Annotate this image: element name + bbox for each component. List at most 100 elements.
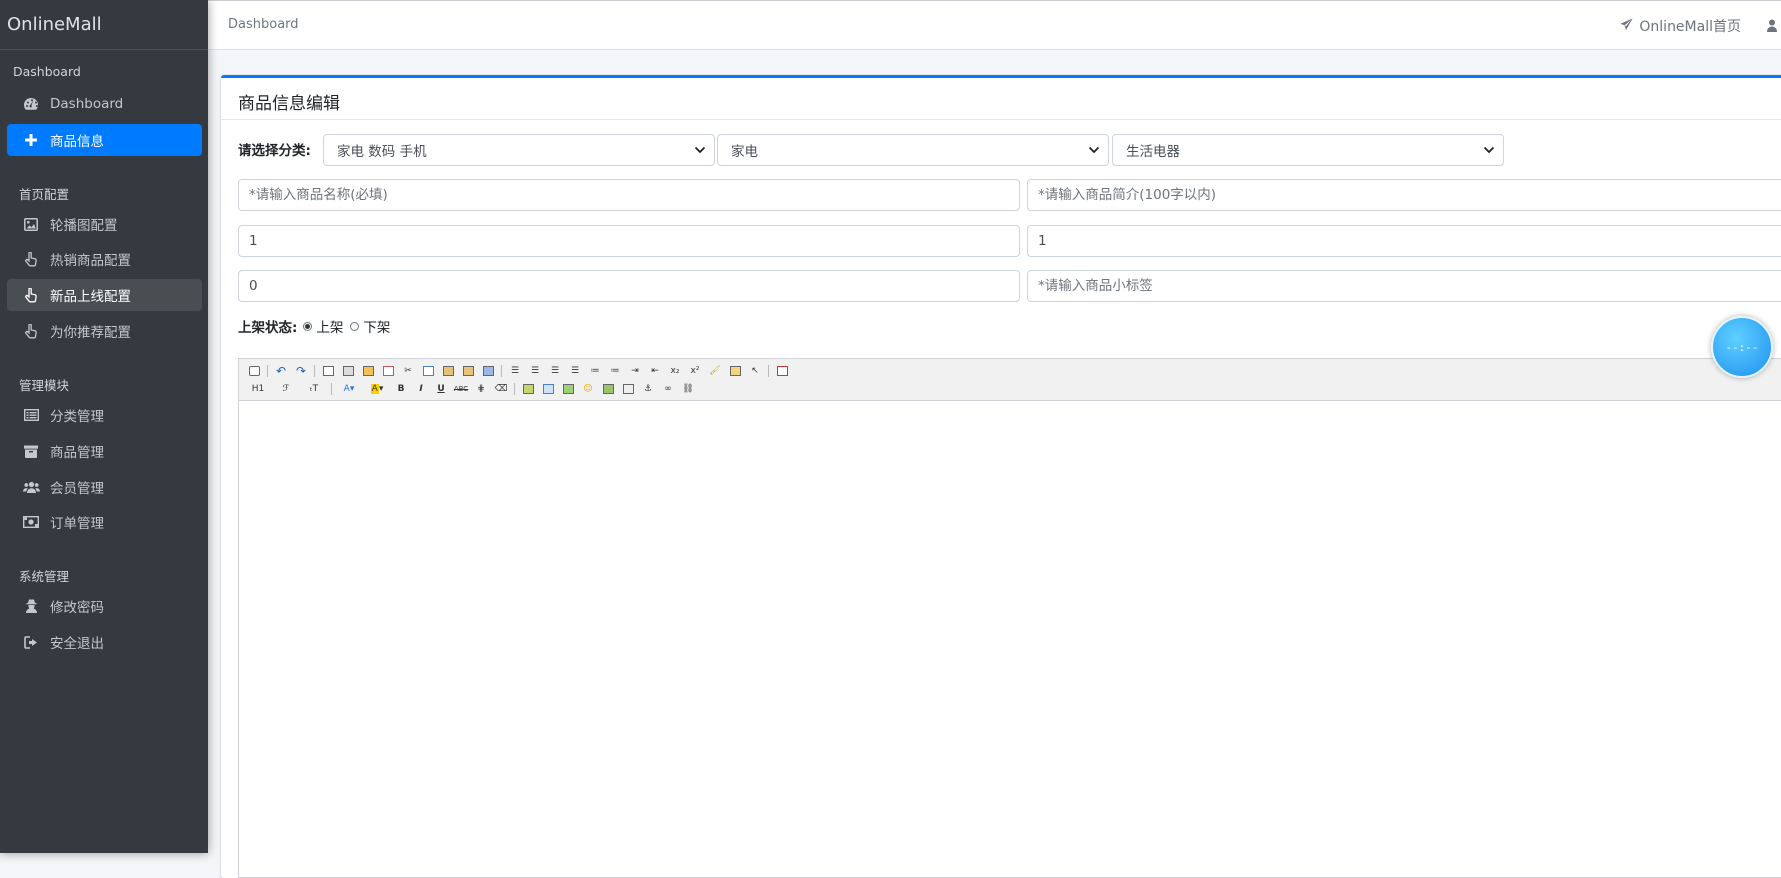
brand-logo[interactable]: OnlineMall xyxy=(0,0,208,50)
align-justify-icon[interactable]: ☰ xyxy=(568,364,582,378)
users-icon xyxy=(22,479,40,495)
insert-table-icon[interactable] xyxy=(541,382,555,396)
font-color-icon[interactable]: A▾ xyxy=(338,382,360,396)
goods-name-input[interactable] xyxy=(238,179,1020,211)
page-break-icon[interactable] xyxy=(621,382,635,396)
emoticon-icon[interactable]: ☺ xyxy=(581,382,595,396)
sidebar-item-label: 热销商品配置 xyxy=(50,253,131,269)
plus-icon xyxy=(22,132,40,148)
sidebar-item-goods-info[interactable]: 商品信息 xyxy=(7,124,202,156)
toolbar-separator xyxy=(768,365,769,377)
select-value: 家电 xyxy=(731,144,758,160)
card-header-divider xyxy=(221,119,1781,120)
original-price-input[interactable] xyxy=(238,225,1020,257)
unlink-icon[interactable]: ⛓ xyxy=(681,382,695,396)
sidebar-item-label: 为你推荐配置 xyxy=(50,325,131,341)
status-on-radio[interactable]: 上架 xyxy=(303,316,343,336)
insert-media-icon[interactable] xyxy=(561,382,575,396)
sidebar-item-new-goods[interactable]: 新品上线配置 xyxy=(7,279,202,311)
font-size-dropdown[interactable]: ₜT xyxy=(303,382,325,396)
user-secret-icon xyxy=(22,598,40,614)
bold-icon[interactable]: B xyxy=(394,382,408,396)
align-left-icon[interactable]: ☰ xyxy=(508,364,522,378)
goods-intro-input[interactable] xyxy=(1027,179,1781,211)
outdent-icon[interactable]: ⇤ xyxy=(648,364,662,378)
sidebar-item-hot-goods[interactable]: 热销商品配置 xyxy=(7,243,202,275)
archive-icon xyxy=(22,443,40,459)
select-value: 家电 数码 手机 xyxy=(337,144,427,160)
sidebar-item-label: Dashboard xyxy=(50,96,124,112)
sidebar-item-members[interactable]: 会员管理 xyxy=(7,471,202,503)
align-right-icon[interactable]: ☰ xyxy=(548,364,562,378)
subscript-icon[interactable]: x₂ xyxy=(668,364,682,378)
sidebar-item-carousel[interactable]: 轮播图配置 xyxy=(7,208,202,240)
clear-format-icon[interactable]: 🖌 xyxy=(708,364,722,378)
paste-icon[interactable] xyxy=(441,364,455,378)
toolbar-separator xyxy=(501,365,502,377)
remove-format-icon[interactable]: ⌫ xyxy=(494,382,508,396)
heading-dropdown[interactable]: H1 xyxy=(247,382,269,396)
editor-toolbar: ↶ ↷ ✂ ☰ ☰ ☰ ☰ ≔ ≔ ⇥ ⇤ x₂ x² 🖌 ↖ H1 ℱ ₜT … xyxy=(239,359,1781,401)
line-height-icon[interactable]: ⋕ xyxy=(474,382,488,396)
sidebar-item-goods-manage[interactable]: 商品管理 xyxy=(7,435,202,467)
cut-icon[interactable]: ✂ xyxy=(401,364,415,378)
goods-tag-input[interactable] xyxy=(1027,270,1781,302)
align-center-icon[interactable]: ☰ xyxy=(528,364,542,378)
user-icon[interactable] xyxy=(1767,17,1777,36)
toolbar-row-1: ↶ ↷ ✂ ☰ ☰ ☰ ☰ ≔ ≔ ⇥ ⇤ x₂ x² 🖌 ↖ xyxy=(244,362,1781,380)
sidebar-item-orders[interactable]: 订单管理 xyxy=(7,506,202,538)
select-all-icon[interactable] xyxy=(728,364,742,378)
unordered-list-icon[interactable]: ≔ xyxy=(608,364,622,378)
sidebar-item-recommend[interactable]: 为你推荐配置 xyxy=(7,315,202,347)
category-level1-select[interactable]: 家电 数码 手机 xyxy=(323,134,715,166)
sale-status-label: 上架状态: xyxy=(238,320,298,336)
stock-input[interactable] xyxy=(238,270,1020,302)
hand-pointer-icon xyxy=(22,323,40,339)
paste-plain-icon[interactable] xyxy=(461,364,475,378)
fullscreen-icon[interactable] xyxy=(775,364,789,378)
selling-price-input[interactable] xyxy=(1027,225,1781,257)
editor-content-area[interactable] xyxy=(239,401,1781,877)
sidebar-item-category[interactable]: 分类管理 xyxy=(7,399,202,431)
code-icon[interactable] xyxy=(381,364,395,378)
cursor-icon[interactable]: ↖ xyxy=(748,364,762,378)
anchor-icon[interactable]: ⚓ xyxy=(641,382,655,396)
sidebar-item-dashboard[interactable]: Dashboard xyxy=(7,88,202,120)
paste-word-icon[interactable] xyxy=(481,364,495,378)
floating-clock-widget[interactable]: --:-- xyxy=(1711,316,1773,378)
paper-plane-icon xyxy=(1620,18,1633,35)
sidebar-item-logout[interactable]: 安全退出 xyxy=(7,626,202,658)
goods-edit-card: 商品信息编辑 请选择分类: 家电 数码 手机 家电 生活电器 上架状态: 上架 xyxy=(221,75,1781,878)
undo-icon[interactable]: ↶ xyxy=(274,364,288,378)
redo-icon[interactable]: ↷ xyxy=(294,364,308,378)
chevron-down-icon xyxy=(1088,144,1100,160)
highlight-color-icon[interactable]: A ▾ xyxy=(366,382,388,396)
section-title-system: 系统管理 xyxy=(19,569,70,584)
home-link[interactable]: OnlineMall首页 xyxy=(1620,16,1741,36)
underline-icon[interactable]: U xyxy=(434,382,448,396)
print-icon[interactable] xyxy=(341,364,355,378)
sidebar-item-label: 订单管理 xyxy=(50,516,104,532)
template-icon[interactable] xyxy=(361,364,375,378)
category-level3-select[interactable]: 生活电器 xyxy=(1112,134,1504,166)
strikethrough-icon[interactable]: ABC xyxy=(454,382,468,396)
breadcrumb[interactable]: Dashboard xyxy=(228,17,299,32)
rich-text-editor: ↶ ↷ ✂ ☰ ☰ ☰ ☰ ≔ ≔ ⇥ ⇤ x₂ x² 🖌 ↖ H1 ℱ ₜT … xyxy=(238,358,1781,878)
insert-image-icon[interactable] xyxy=(521,382,535,396)
image-gallery-icon[interactable] xyxy=(601,382,615,396)
sidebar-item-change-password[interactable]: 修改密码 xyxy=(7,590,202,622)
indent-icon[interactable]: ⇥ xyxy=(628,364,642,378)
hand-pointer-icon xyxy=(22,287,40,303)
category-level2-select[interactable]: 家电 xyxy=(717,134,1109,166)
link-icon[interactable]: ∞ xyxy=(661,382,675,396)
copy-icon[interactable] xyxy=(421,364,435,378)
superscript-icon[interactable]: x² xyxy=(688,364,702,378)
preview-icon[interactable] xyxy=(321,364,335,378)
sidebar-item-label: 修改密码 xyxy=(50,600,104,616)
font-family-dropdown[interactable]: ℱ xyxy=(275,382,297,396)
status-off-radio[interactable]: 下架 xyxy=(350,316,390,336)
ordered-list-icon[interactable]: ≔ xyxy=(588,364,602,378)
html-source-icon[interactable] xyxy=(247,364,261,378)
italic-icon[interactable]: I xyxy=(414,382,428,396)
chevron-down-icon xyxy=(1483,144,1495,160)
